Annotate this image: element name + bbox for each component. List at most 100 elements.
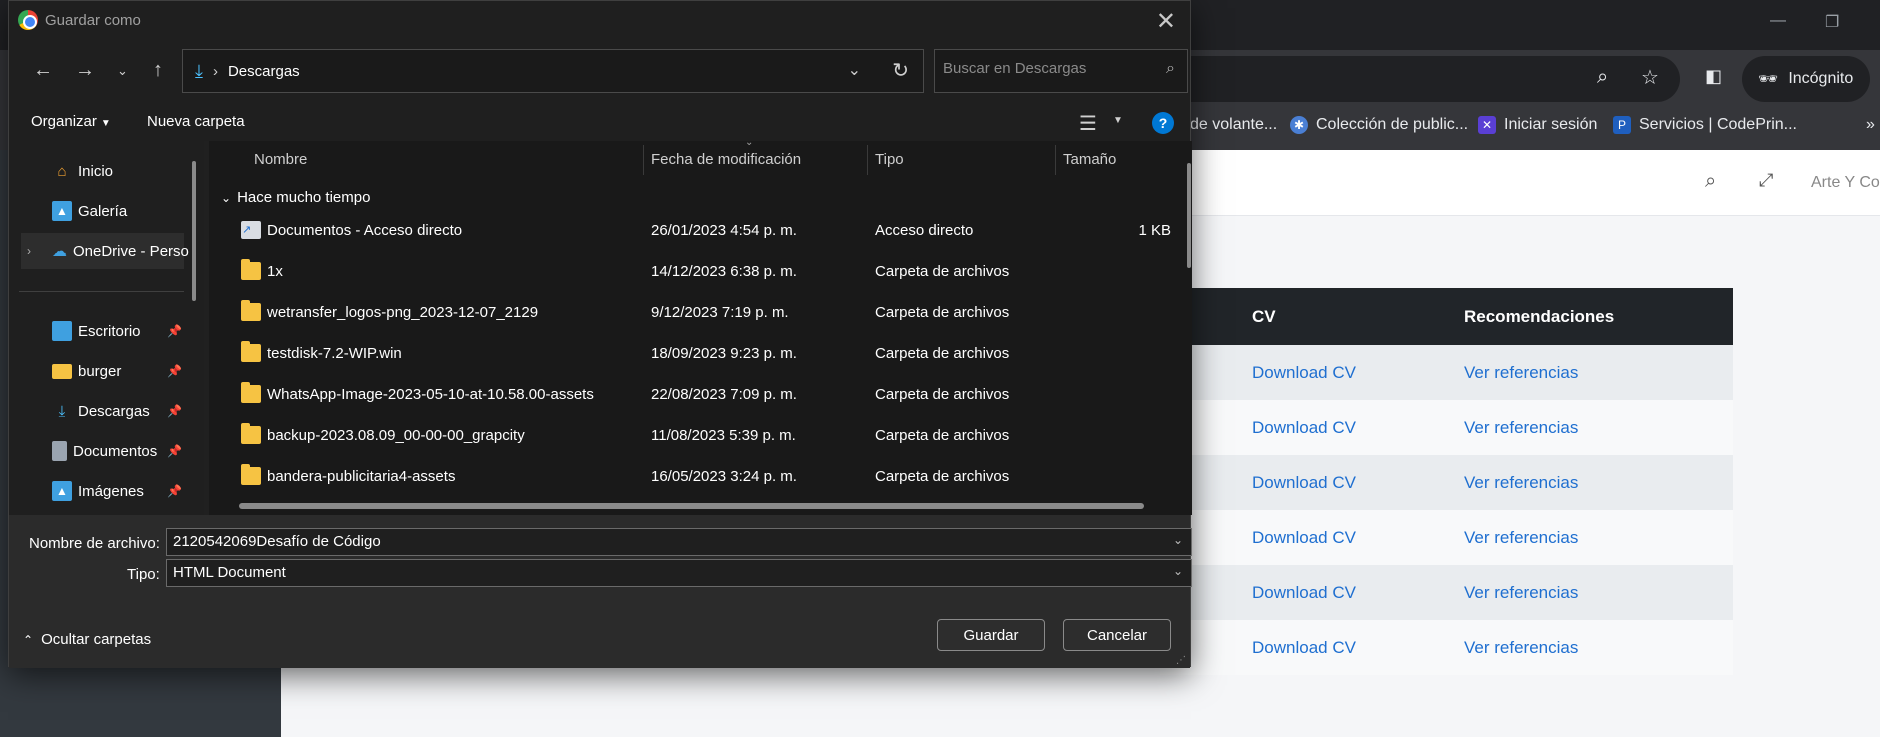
column-header-size[interactable]: Tamaño [1063,151,1116,168]
breadcrumb-location[interactable]: Descargas [228,63,300,80]
file-row[interactable]: Documentos - Acceso directo 26/01/2023 4… [209,211,1171,251]
column-header-date[interactable]: Fecha de modificación [651,151,801,168]
nav-item-escritorio[interactable]: Escritorio 📌 [9,313,184,349]
pin-icon[interactable]: 📌 [167,324,182,338]
file-type: Carpeta de archivos [875,304,1010,321]
column-header-name[interactable]: Nombre [254,151,307,168]
bookmark-item[interactable]: de volante... [1190,116,1277,134]
caret-down-icon: ▼ [100,118,111,129]
save-button[interactable]: Guardar [937,619,1045,651]
scrollbar[interactable] [192,161,196,301]
address-field[interactable]: ⤓ › Descargas ⌄ ↻ [182,49,924,93]
nav-item-galeria[interactable]: ▲ Galería [9,193,184,229]
references-link[interactable]: Ver referencias [1464,528,1578,548]
file-row[interactable]: bandera-publicitaria4-assets 16/05/2023 … [209,457,1169,497]
nav-item-documentos[interactable]: Documentos 📌 [9,433,184,469]
download-cv-link[interactable]: Download CV [1252,583,1356,603]
nav-item-label: Imágenes [78,482,144,500]
search-box[interactable]: ⌕ [934,49,1188,93]
nav-item-onedrive[interactable]: › ☁ OneDrive - Perso [21,233,189,269]
pin-icon[interactable]: 📌 [167,444,182,458]
cancel-button[interactable]: Cancelar [1063,619,1171,651]
download-cv-link[interactable]: Download CV [1252,418,1356,438]
hide-folders-toggle[interactable]: ⌃ Ocultar carpetas [23,631,151,648]
pin-icon[interactable]: 📌 [167,364,182,378]
download-cv-link[interactable]: Download CV [1252,528,1356,548]
chevron-down-icon[interactable]: ⌄ [1173,564,1183,578]
file-type: Carpeta de archivos [875,468,1010,485]
chevron-down-icon[interactable]: ⌄ [848,60,861,80]
header-link[interactable]: Arte Y Co [1811,174,1880,192]
table-row: Download CV Ver referencias [1160,345,1733,400]
nav-item-label: Galería [78,202,128,220]
vertical-scrollbar[interactable] [1187,163,1191,268]
more-bookmarks-icon[interactable]: » [1866,116,1875,134]
search-icon[interactable]: ⌕ [1705,170,1716,193]
star-icon[interactable]: ☆ [1641,65,1659,90]
address-bar[interactable]: ⌕ ☆ [1160,56,1680,102]
nav-item-burger[interactable]: burger 📌 [9,353,184,389]
fullscreen-icon[interactable]: ⤢ [1759,170,1773,191]
pin-icon[interactable]: 📌 [167,404,182,418]
view-options-icon[interactable]: ☰ [1079,111,1097,136]
recent-locations-icon[interactable]: ⌄ [117,63,128,79]
column-divider[interactable] [867,145,868,175]
organize-menu[interactable]: Organizar ▼ [31,113,111,130]
minimize-icon[interactable]: — [1770,12,1786,30]
horizontal-scrollbar[interactable] [239,503,1144,509]
filename-field[interactable]: 2120542069Desafío de Código ⌄ [166,528,1192,556]
nav-item-label: OneDrive - Perso [73,242,189,260]
file-name: WhatsApp-Image-2023-05-10-at-10.58.00-as… [267,386,594,403]
nav-item-imagenes[interactable]: ▲ Imágenes 📌 [9,473,184,509]
file-date: 14/12/2023 6:38 p. m. [651,263,797,280]
restore-icon[interactable]: ❐ [1825,12,1839,32]
file-row[interactable]: backup-2023.08.09_00-00-00_grapcity 11/0… [209,416,1169,456]
caret-down-icon[interactable]: ▼ [1113,115,1123,126]
file-row[interactable]: WhatsApp-Image-2023-05-10-at-10.58.00-as… [209,375,1169,415]
chevron-down-icon[interactable]: ⌄ [1173,533,1183,547]
references-link[interactable]: Ver referencias [1464,363,1578,383]
new-folder-button[interactable]: Nueva carpeta [147,113,245,130]
search-input[interactable] [943,60,1143,77]
incognito-badge[interactable]: 🕶 Incógnito [1742,56,1870,102]
nav-item-descargas[interactable]: ⤓ Descargas 📌 [9,393,184,429]
column-divider[interactable] [643,145,644,175]
help-icon[interactable]: ? [1152,112,1174,134]
file-type: Carpeta de archivos [875,427,1010,444]
file-type: Acceso directo [875,222,974,239]
download-cv-link[interactable]: Download CV [1252,638,1356,658]
file-row[interactable]: wetransfer_logos-png_2023-12-07_2129 9/1… [209,293,1169,333]
download-cv-link[interactable]: Download CV [1252,363,1356,383]
file-group-header[interactable]: ⌄ Hace mucho tiempo [221,189,370,206]
file-row[interactable]: testdisk-7.2-WIP.win 18/09/2023 9:23 p. … [209,334,1169,374]
search-icon[interactable]: ⌕ [1166,60,1175,78]
download-cv-link[interactable]: Download CV [1252,473,1356,493]
references-link[interactable]: Ver referencias [1464,638,1578,658]
breadcrumb-separator: › [212,62,218,80]
nav-item-inicio[interactable]: ⌂ Inicio [9,153,184,189]
references-link[interactable]: Ver referencias [1464,583,1578,603]
chevron-right-icon[interactable]: › [27,244,31,258]
back-icon[interactable]: ← [33,59,53,82]
references-link[interactable]: Ver referencias [1464,473,1578,493]
refresh-icon[interactable]: ↻ [892,58,909,83]
bookmark-item[interactable]: ✱ Colección de public... [1290,116,1468,134]
download-icon: ⤓ [195,60,203,81]
pin-icon[interactable]: 📌 [167,484,182,498]
column-divider[interactable] [1055,145,1056,175]
filename-label: Nombre de archivo: [29,535,160,552]
side-panel-icon[interactable]: ◧ [1705,66,1722,87]
close-icon[interactable]: ✕ [1156,7,1176,36]
file-row[interactable]: 1x 14/12/2023 6:38 p. m. Carpeta de arch… [209,252,1169,292]
desktop-icon [52,321,72,341]
resize-grip-icon[interactable]: ⋰ [1176,655,1186,666]
zoom-icon[interactable]: ⌕ [1597,66,1608,89]
pictures-icon: ▲ [52,481,72,501]
up-icon[interactable]: ↑ [153,59,163,82]
forward-icon[interactable]: → [75,59,95,82]
bookmark-item[interactable]: ✕ Iniciar sesión [1478,116,1597,134]
column-header-type[interactable]: Tipo [875,151,904,168]
file-type-select[interactable]: HTML Document ⌄ [166,559,1192,587]
references-link[interactable]: Ver referencias [1464,418,1578,438]
bookmark-item[interactable]: P Servicios | CodePrin... [1613,116,1797,134]
